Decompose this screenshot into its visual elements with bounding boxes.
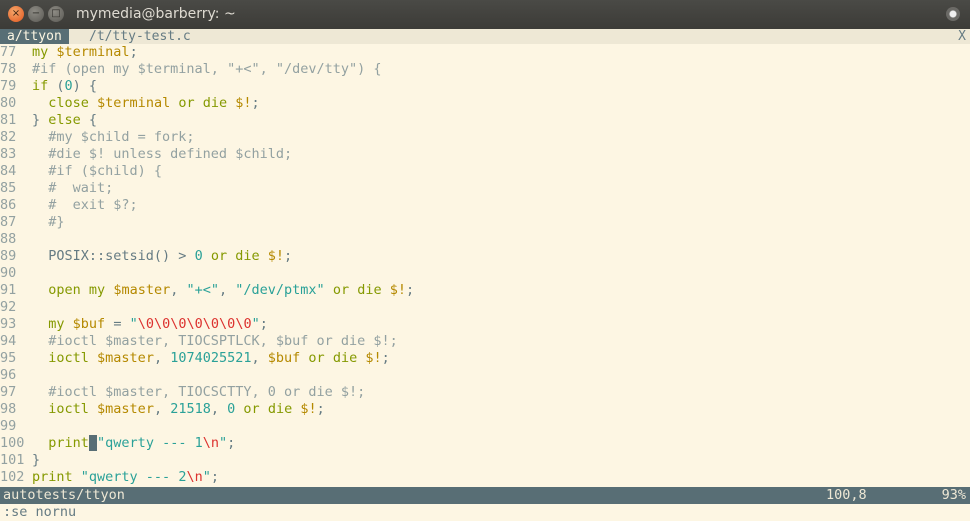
- title-bar[interactable]: × − □ mymedia@barberry: ~: [0, 0, 970, 29]
- code-line[interactable]: 98 ioctl $master, 21518, 0 or die $!;: [0, 401, 325, 418]
- code-line[interactable]: 88: [0, 231, 32, 248]
- code-text: #if (open my $terminal, "+<", "/dev/tty"…: [32, 61, 382, 77]
- code-text: #ioctl $master, TIOCSCTTY, 0 or die $!;: [32, 384, 366, 400]
- line-number: 101: [0, 452, 25, 468]
- code-line[interactable]: 92: [0, 299, 32, 316]
- code-line[interactable]: 79 if (0) {: [0, 78, 97, 95]
- code-text: #}: [32, 214, 65, 230]
- code-line[interactable]: 93 my $buf = "\0\0\0\0\0\0\0";: [0, 316, 268, 333]
- line-number: 98: [0, 401, 17, 417]
- code-line[interactable]: 99: [0, 418, 32, 435]
- code-text: #my $child = fork;: [32, 129, 195, 145]
- editor-buffer[interactable]: 77 my $terminal; 78 #if (open my $terminal,…: [0, 44, 970, 487]
- line-number: 83: [0, 146, 17, 162]
- line-number: 78: [0, 61, 17, 77]
- line-number: 90: [0, 265, 17, 281]
- code-line[interactable]: 80 close $terminal or die $!;: [0, 95, 260, 112]
- line-number: 81: [0, 112, 17, 128]
- code-text: print "qwerty --- 2\n";: [32, 469, 219, 485]
- code-text: ioctl $master, 1074025521, $buf or die $…: [48, 350, 390, 366]
- code-line[interactable]: 84 #if ($child) {: [0, 163, 162, 180]
- line-number: 95: [0, 350, 17, 366]
- code-text: if (0) {: [32, 78, 98, 94]
- line-number: 99: [0, 418, 17, 434]
- line-number: 84: [0, 163, 17, 179]
- line-number: 79: [0, 78, 17, 94]
- code-line[interactable]: 90: [0, 265, 32, 282]
- code-text: #die $! unless defined $child;: [32, 146, 293, 162]
- status-percent: 93%: [941, 487, 966, 503]
- code-text: # wait;: [32, 180, 114, 196]
- code-text: }: [32, 452, 41, 468]
- line-number: 89: [0, 248, 17, 264]
- close-window-button[interactable]: ×: [8, 6, 24, 22]
- line-number: 88: [0, 231, 17, 247]
- line-number: 100: [0, 435, 25, 451]
- code-line[interactable]: 78 #if (open my $terminal, "+<", "/dev/tt…: [0, 61, 382, 78]
- status-cursor-position: 100,8: [826, 487, 867, 503]
- code-text: ioctl $master, 21518, 0 or die $!;: [48, 401, 325, 417]
- code-text: my $buf = "\0\0\0\0\0\0\0";: [48, 316, 268, 332]
- line-number: 91: [0, 282, 17, 298]
- line-number: 87: [0, 214, 17, 230]
- line-number: 96: [0, 367, 17, 383]
- code-line[interactable]: 87 #}: [0, 214, 65, 231]
- code-text: open my $master, "+<", "/dev/ptmx" or di…: [48, 282, 415, 298]
- line-number: 94: [0, 333, 17, 349]
- line-number: 93: [0, 316, 17, 332]
- code-line[interactable]: 95 ioctl $master, 1074025521, $buf or di…: [0, 350, 390, 367]
- code-line[interactable]: 86 # exit $?;: [0, 197, 138, 214]
- code-line[interactable]: 97 #ioctl $master, TIOCSCTTY, 0 or die $…: [0, 384, 365, 401]
- status-filename: autotests/ttyon: [3, 487, 125, 503]
- line-number: 97: [0, 384, 17, 400]
- text-cursor: [88, 435, 98, 451]
- vim-tabline: a/ttyon /t/tty-test.c X: [0, 29, 970, 44]
- minimize-window-button[interactable]: −: [28, 6, 44, 22]
- code-text: my $terminal;: [32, 44, 138, 60]
- code-line[interactable]: 82 #my $child = fork;: [0, 129, 195, 146]
- line-number: 92: [0, 299, 17, 315]
- code-line[interactable]: 102 print "qwerty --- 2\n";: [0, 469, 219, 486]
- maximize-window-button[interactable]: □: [48, 6, 64, 22]
- code-line[interactable]: 100 print "qwerty --- 1\n";: [0, 435, 235, 452]
- code-line[interactable]: 89 POSIX::setsid() > 0 or die $!;: [0, 248, 292, 265]
- line-number: 82: [0, 129, 17, 145]
- code-text: } else {: [32, 112, 98, 128]
- code-text: # exit $?;: [32, 197, 138, 213]
- code-line[interactable]: 101}: [0, 452, 40, 469]
- code-line[interactable]: 81 } else {: [0, 112, 97, 129]
- window-title: mymedia@barberry: ~: [76, 6, 236, 22]
- code-text: POSIX::setsid() > 0 or die $!;: [32, 248, 293, 264]
- tab-tty-test[interactable]: /t/tty-test.c: [82, 29, 198, 44]
- line-number: 86: [0, 197, 17, 213]
- code-text: print "qwerty --- 1\n";: [48, 435, 236, 451]
- code-line[interactable]: 85 # wait;: [0, 180, 113, 197]
- code-line[interactable]: 94 #ioctl $master, TIOCSPTLCK, $buf or d…: [0, 333, 398, 350]
- code-line[interactable]: 96: [0, 367, 32, 384]
- code-text: #if ($child) {: [32, 163, 163, 179]
- code-text: #ioctl $master, TIOCSPTLCK, $buf or die …: [32, 333, 398, 349]
- line-number: 77: [0, 44, 17, 60]
- status-line: autotests/ttyon 100,8 93%: [0, 487, 970, 504]
- line-number: 102: [0, 469, 25, 485]
- code-line[interactable]: 77 my $terminal;: [0, 44, 138, 61]
- command-line[interactable]: :se nornu: [0, 504, 970, 521]
- terminal-window: × − □ mymedia@barberry: ~ a/ttyon /t/tty…: [0, 0, 970, 521]
- tab-close-button[interactable]: X: [958, 29, 966, 44]
- tab-ttyon[interactable]: a/ttyon: [0, 29, 69, 44]
- window-menu-icon[interactable]: [946, 7, 960, 21]
- line-number: 85: [0, 180, 17, 196]
- code-line[interactable]: 83 #die $! unless defined $child;: [0, 146, 292, 163]
- line-number: 80: [0, 95, 17, 111]
- code-line[interactable]: 91 open my $master, "+<", "/dev/ptmx" or…: [0, 282, 414, 299]
- code-text: close $terminal or die $!;: [48, 95, 260, 111]
